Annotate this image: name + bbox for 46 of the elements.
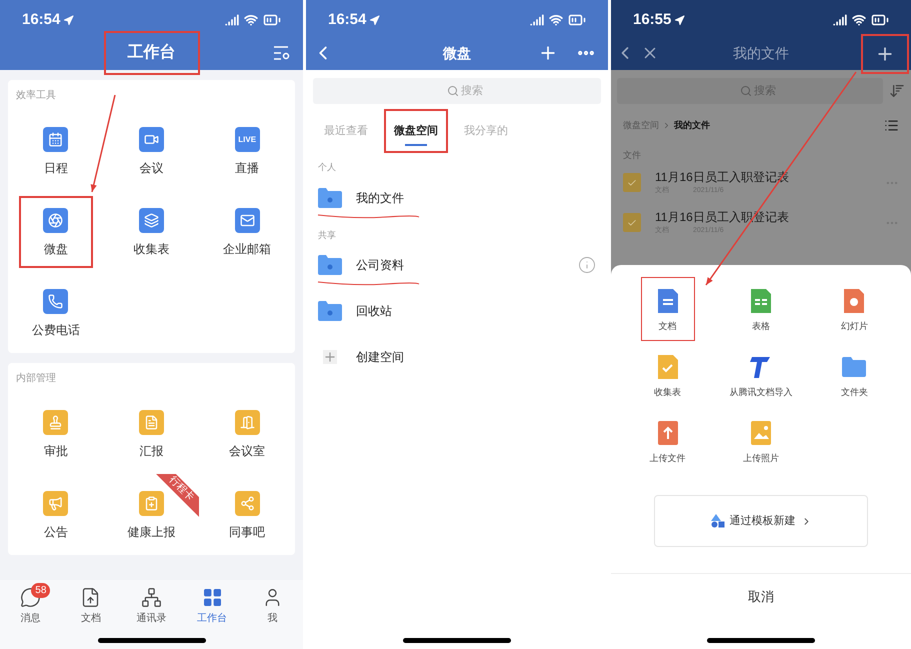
search-field[interactable]: 搜索 bbox=[313, 78, 601, 104]
tab-bar-item[interactable]: 我 bbox=[248, 587, 297, 626]
app-tile[interactable]: 同事吧 bbox=[210, 478, 284, 550]
app-tile[interactable]: 收集表 bbox=[114, 196, 188, 268]
page-title: 工作台 bbox=[104, 31, 200, 75]
app-tile[interactable]: 公告 bbox=[18, 478, 93, 550]
folder-row[interactable]: 回收站 bbox=[306, 288, 608, 334]
status-time: 16:54 bbox=[328, 10, 366, 30]
group-title: 共享 bbox=[317, 228, 337, 242]
app-tile[interactable]: LIVE 直播 bbox=[210, 114, 284, 186]
tab-bar-item[interactable]: 通讯录 bbox=[127, 587, 176, 626]
create-option[interactable]: 幻灯片 bbox=[827, 277, 882, 341]
unread-badge: 58 bbox=[31, 583, 50, 598]
tab[interactable]: 微盘空间 bbox=[384, 108, 448, 152]
folder-row[interactable]: 我的文件 bbox=[306, 174, 608, 220]
section-title: 效率工具 bbox=[15, 88, 57, 103]
app-tile[interactable]: 审批 bbox=[18, 398, 93, 470]
app-tile[interactable]: 微盘 bbox=[18, 196, 93, 268]
page-title: 我的文件 bbox=[733, 44, 789, 62]
create-option[interactable]: 从腾讯文档导入 bbox=[726, 343, 796, 407]
cancel-button[interactable]: 取消 bbox=[611, 574, 911, 620]
status-time: 16:54 bbox=[22, 10, 60, 30]
create-option[interactable]: 上传照片 bbox=[734, 409, 788, 473]
section-title: 文件 bbox=[622, 149, 642, 162]
group-title: 个人 bbox=[317, 161, 337, 174]
create-option[interactable]: 上传文件 bbox=[640, 409, 695, 473]
app-tile[interactable]: 公费电话 bbox=[18, 276, 93, 348]
app-tile[interactable]: 企业邮箱 bbox=[210, 196, 284, 268]
live-badge: LIVE bbox=[234, 127, 260, 152]
folder-row[interactable]: 公司资料 bbox=[306, 242, 608, 288]
section-title: 内部管理 bbox=[15, 372, 57, 386]
app-tile[interactable]: 会议室 bbox=[210, 398, 284, 470]
create-space-button[interactable]: 创建空间 bbox=[306, 334, 608, 380]
app-tile[interactable]: 汇报 bbox=[114, 398, 188, 470]
create-option[interactable]: 收集表 bbox=[640, 343, 695, 407]
page-title: 微盘 bbox=[443, 44, 471, 62]
app-tile[interactable]: 会议 bbox=[114, 114, 188, 186]
breadcrumb-item: 我的文件 bbox=[674, 118, 710, 132]
create-option[interactable]: 文档 bbox=[640, 277, 695, 341]
tab-bar-item[interactable]: 工作台 bbox=[188, 587, 236, 626]
create-option[interactable]: 文件夹 bbox=[827, 343, 882, 407]
tab-bar-item[interactable]: 文档 bbox=[66, 587, 115, 626]
status-time: 16:55 bbox=[633, 10, 672, 30]
template-button[interactable]: 通过模板新建 bbox=[654, 495, 868, 547]
create-option[interactable]: 表格 bbox=[734, 277, 788, 341]
app-tile[interactable]: 日程 bbox=[18, 114, 93, 186]
